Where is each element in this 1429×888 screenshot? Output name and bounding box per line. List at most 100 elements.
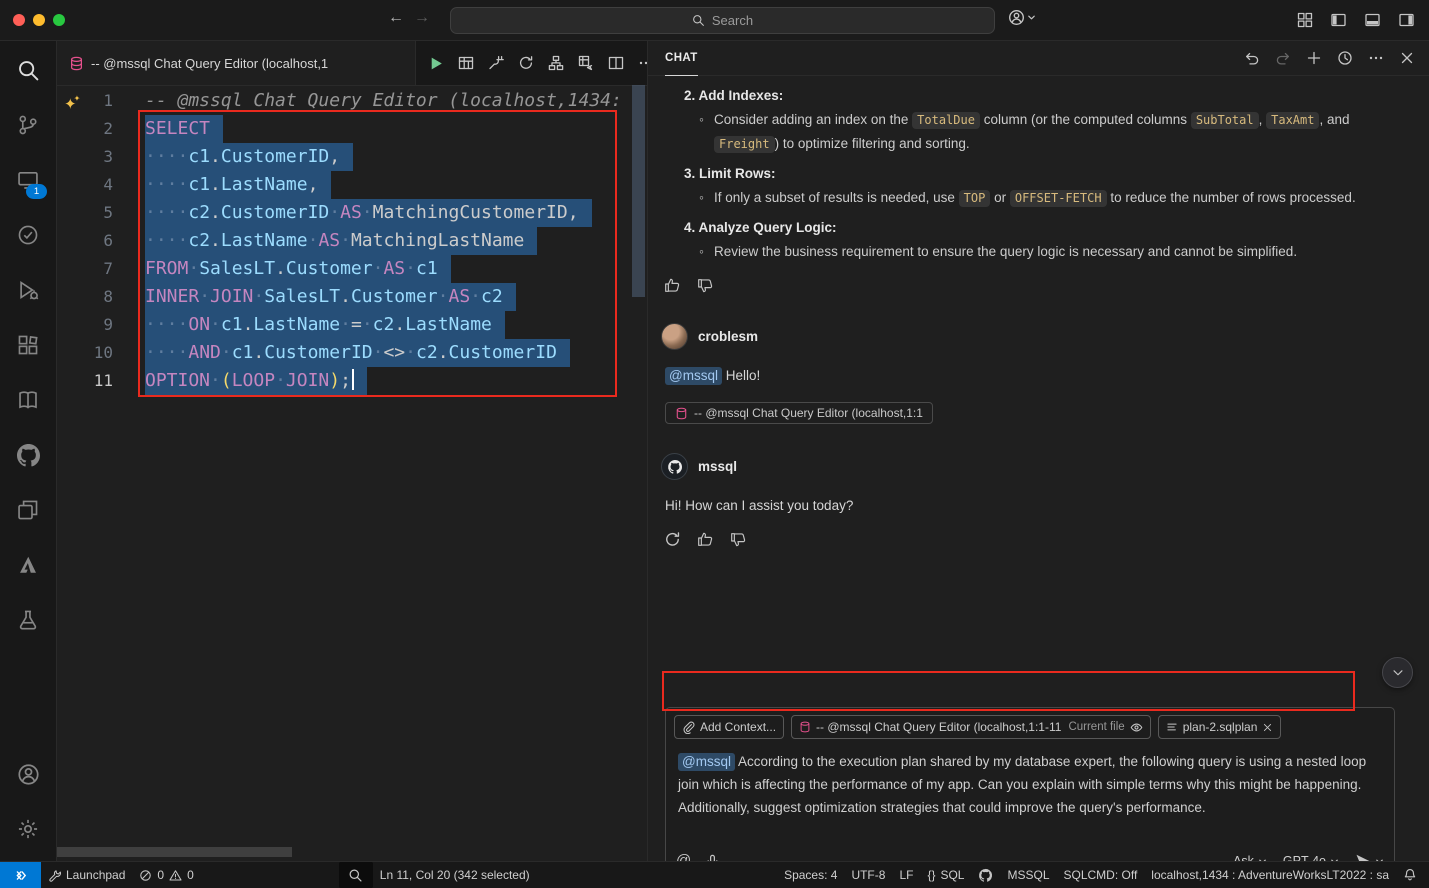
message-attachment-pill[interactable]: -- @mssql Chat Query Editor (localhost,1… — [665, 402, 933, 424]
toggle-primary-sidebar-icon[interactable] — [1330, 12, 1347, 28]
code-line[interactable]: 8INNER·JOIN·SalesLT.Customer·AS·c2 — [57, 283, 647, 311]
title-bar: ← → Search — [0, 0, 1429, 41]
chat-input-text[interactable]: @mssql According to the execution plan s… — [666, 744, 1394, 819]
launchpad-button[interactable]: Launchpad — [41, 862, 132, 888]
code-line[interactable]: 4····c1.LastName, — [57, 171, 647, 199]
run-query-button[interactable] — [422, 49, 450, 77]
eye-icon[interactable] — [1130, 721, 1143, 734]
connection-indicator[interactable]: localhost,1434 : AdventureWorksLT2022 : … — [1144, 862, 1396, 888]
split-editor-icon[interactable] — [602, 49, 630, 77]
code-line[interactable]: 9····ON·c1.LastName·=·c2.LastName — [57, 311, 647, 339]
zoom-window-button[interactable] — [53, 14, 65, 26]
indentation-indicator[interactable]: Spaces: 4 — [777, 862, 844, 888]
line-number: 2 — [57, 115, 113, 143]
sidebar-item-search[interactable] — [0, 44, 56, 96]
problems-indicator[interactable]: 0 0 — [132, 862, 200, 888]
sqlcmd-indicator[interactable]: SQLCMD: Off — [1057, 862, 1145, 888]
sidebar-item-testing[interactable] — [0, 209, 56, 261]
sidebar-item-remote-windows[interactable] — [0, 484, 56, 536]
response-feedback — [663, 276, 1407, 294]
text-run: If only a subset of results is needed, u… — [714, 190, 959, 205]
thumbs-up-icon[interactable] — [663, 276, 681, 294]
list-item-bullet: ◦If only a subset of results is needed, … — [648, 186, 1407, 210]
code-line[interactable]: 3····c1.CustomerID, — [57, 143, 647, 171]
sidebar-item-azure[interactable] — [0, 539, 56, 591]
scroll-to-bottom-button[interactable] — [1382, 657, 1413, 688]
eol-indicator[interactable]: LF — [892, 862, 920, 888]
sidebar-item-docs[interactable] — [0, 374, 56, 426]
code-line-content: ····AND·c1.CustomerID·<>·c2.CustomerID — [145, 339, 570, 367]
navigate-back-icon[interactable]: ← — [388, 9, 404, 27]
remove-attachment-icon[interactable] — [1262, 722, 1273, 733]
accounts-button[interactable] — [0, 748, 56, 800]
code-line[interactable]: 1-- @mssql Chat Query Editor (localhost,… — [57, 87, 647, 115]
thumbs-up-icon[interactable] — [696, 530, 714, 548]
mention-chip[interactable]: @mssql — [678, 753, 735, 771]
context-chip-sqlplan[interactable]: plan-2.sqlplan — [1158, 715, 1282, 739]
code-line[interactable]: 7FROM·SalesLT.Customer·AS·c1 — [57, 255, 647, 283]
code-line[interactable]: 2SELECT — [57, 115, 647, 143]
mssql-indicator[interactable]: MSSQL — [1000, 862, 1056, 888]
code-line[interactable]: 10····AND·c1.CustomerID·<>·c2.CustomerID — [57, 339, 647, 367]
sidebar-item-github[interactable] — [0, 429, 56, 481]
remote-indicator[interactable] — [0, 862, 41, 888]
cursor-position-label: Ln 11, Col 20 (342 selected) — [380, 868, 530, 882]
code-line[interactable]: 11OPTION·(LOOP·JOIN); — [57, 367, 647, 395]
paperclip-icon — [682, 721, 695, 734]
minimize-window-button[interactable] — [33, 14, 45, 26]
add-context-button[interactable]: Add Context... — [674, 715, 784, 739]
close-window-button[interactable] — [13, 14, 25, 26]
results-grid-icon[interactable] — [452, 49, 480, 77]
cursor-position-indicator[interactable]: Ln 11, Col 20 (342 selected) — [373, 862, 537, 888]
mention-chip[interactable]: @mssql — [665, 367, 722, 385]
context-chip-current-file[interactable]: -- @mssql Chat Query Editor (localhost,1… — [791, 715, 1151, 739]
chevron-down-icon — [1027, 13, 1036, 22]
chat-history-icon[interactable] — [1337, 50, 1353, 66]
sidebar-item-run-debug[interactable] — [0, 264, 56, 316]
launchpad-label: Launchpad — [66, 868, 125, 882]
editor-group: -- @mssql Chat Query Editor (localhost,1 — [57, 41, 647, 862]
customize-layout-icon[interactable] — [1297, 12, 1313, 28]
tab-mssql-chat-query-editor[interactable]: -- @mssql Chat Query Editor (localhost,1 — [57, 41, 416, 85]
chat-input-container[interactable]: Add Context... -- @mssql Chat Query Edit… — [665, 707, 1395, 862]
encoding-indicator[interactable]: UTF-8 — [844, 862, 892, 888]
editor-horizontal-scrollbar[interactable] — [57, 847, 292, 857]
thumbs-down-icon[interactable] — [729, 530, 747, 548]
toggle-panel-icon[interactable] — [1364, 12, 1381, 28]
retry-icon[interactable] — [663, 530, 681, 548]
settings-button[interactable] — [0, 803, 56, 855]
code-line[interactable]: 6····c2.LastName·AS·MatchingLastName — [57, 227, 647, 255]
navigate-forward-icon[interactable]: → — [414, 9, 430, 27]
notifications-bell-icon[interactable] — [1396, 862, 1429, 888]
thumbs-down-icon[interactable] — [696, 276, 714, 294]
sidebar-item-remote-explorer[interactable]: 1 — [0, 154, 56, 206]
new-chat-icon[interactable] — [1306, 50, 1322, 66]
undo-icon[interactable] — [1244, 50, 1260, 66]
run-debug-icon — [17, 279, 39, 301]
toggle-secondary-sidebar-icon[interactable] — [1398, 12, 1415, 28]
language-mode-indicator[interactable]: {} SQL — [920, 862, 971, 888]
profile-menu-button[interactable] — [1008, 9, 1036, 26]
code-line[interactable]: 5····c2.CustomerID·AS·MatchingCustomerID… — [57, 199, 647, 227]
sidebar-item-source-control[interactable] — [0, 99, 56, 151]
disconnect-plug-icon[interactable] — [482, 49, 510, 77]
redo-icon[interactable] — [1275, 50, 1291, 66]
chat-more-actions-icon[interactable] — [1368, 50, 1384, 66]
close-chat-icon[interactable] — [1399, 50, 1415, 66]
line-number: 7 — [57, 255, 113, 283]
command-center-search[interactable]: Search — [450, 7, 995, 34]
estimated-plan-icon[interactable] — [572, 49, 600, 77]
chat-response-list: 2. Add Indexes:◦Consider adding an index… — [648, 85, 1407, 263]
database-icon — [675, 407, 688, 420]
sidebar-item-database-projects[interactable] — [0, 594, 56, 646]
editor-vertical-scrollbar[interactable] — [632, 85, 645, 297]
connection-label: localhost,1434 : AdventureWorksLT2022 : … — [1151, 868, 1389, 882]
change-connection-icon[interactable] — [512, 49, 540, 77]
context-file-label: -- @mssql Chat Query Editor (localhost,1… — [816, 720, 1061, 734]
braces-icon: {} — [927, 868, 935, 882]
code-editor[interactable]: ✦✦ 1-- @mssql Chat Query Editor (localho… — [57, 85, 647, 862]
zoom-indicator[interactable] — [339, 862, 373, 888]
schema-compare-icon[interactable] — [542, 49, 570, 77]
copilot-status-icon[interactable] — [971, 862, 1000, 888]
sidebar-item-extensions[interactable] — [0, 319, 56, 371]
